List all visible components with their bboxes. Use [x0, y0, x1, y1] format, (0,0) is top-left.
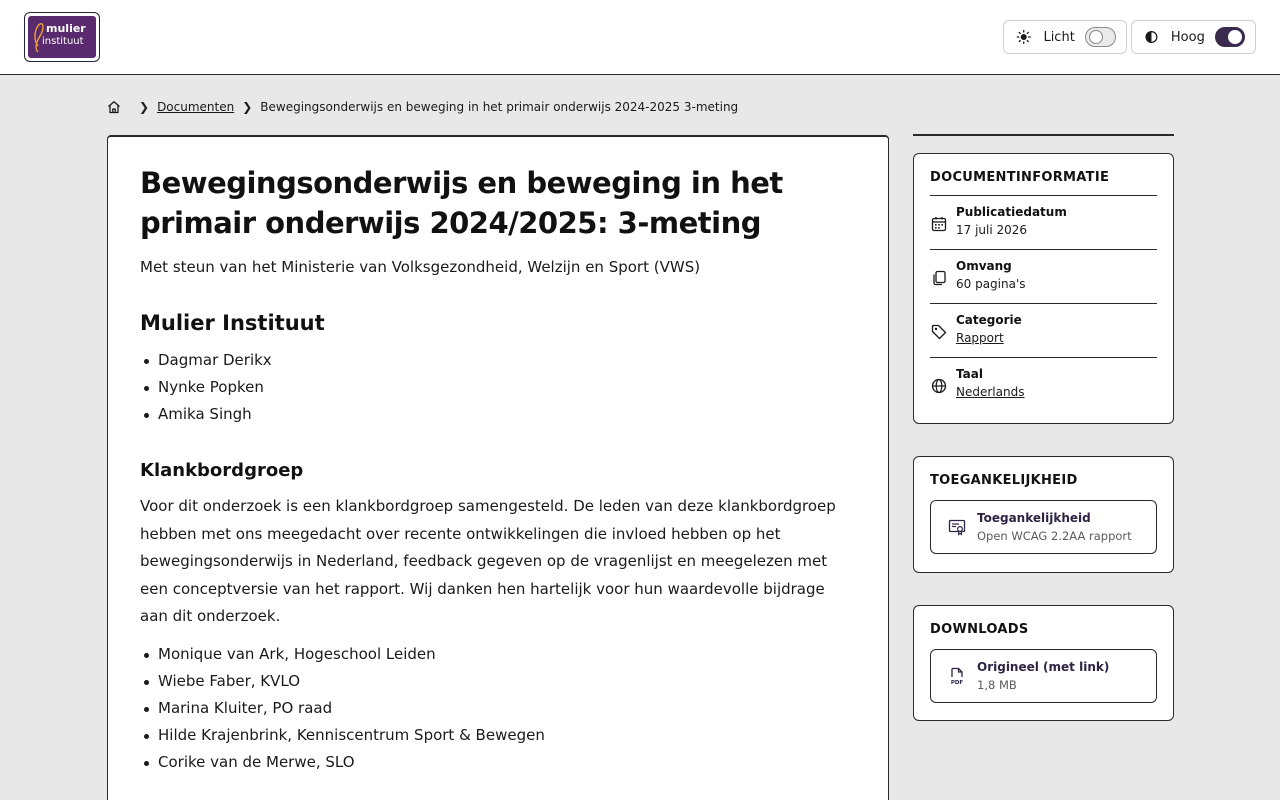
- accessibility-panel: TOEGANKELIJKHEID Toegankelijkheid Open W…: [913, 456, 1174, 573]
- accessibility-report-link[interactable]: Toegankelijkheid Open WCAG 2.2AA rapport: [930, 500, 1157, 554]
- info-label: Omvang: [956, 259, 1012, 273]
- certificate-icon: [948, 519, 966, 536]
- theme-switch[interactable]: [1084, 27, 1116, 47]
- info-row-size: Omvang 60 pagina's: [930, 250, 1157, 304]
- info-label: Taal: [956, 367, 983, 381]
- list-item: Monique van Ark, Hogeschool Leiden: [144, 641, 856, 668]
- breadcrumb-separator: ❯: [242, 100, 253, 114]
- breadcrumb-link-documenten[interactable]: Documenten: [157, 100, 234, 114]
- list-item: Dagmar Derikx: [144, 347, 856, 374]
- panel-heading: DOCUMENTINFORMATIE: [930, 170, 1157, 196]
- tag-icon: [931, 324, 947, 340]
- info-row-language: Taal Nederlands: [930, 358, 1157, 412]
- info-label: Categorie: [956, 313, 1022, 327]
- list-item: Marina Kluiter, PO raad: [144, 695, 856, 722]
- theme-toggle[interactable]: Licht: [1003, 20, 1127, 54]
- logo: mulier instituut: [28, 16, 96, 58]
- list-item: Wiebe Faber, KVLO: [144, 668, 856, 695]
- site-header: mulier instituut Licht Hoog: [0, 0, 1280, 75]
- authors-section: Mulier Instituut Dagmar Derikx Nynke Pop…: [140, 311, 856, 428]
- category-link[interactable]: Rapport: [956, 331, 1022, 345]
- breadcrumb: ❯ Documenten ❯ Bewegingsonderwijs en bew…: [107, 100, 738, 114]
- logo-link[interactable]: mulier instituut: [24, 12, 100, 62]
- globe-icon: [931, 378, 947, 394]
- download-original-link[interactable]: PDF Origineel (met link) 1,8 MB: [930, 649, 1157, 703]
- info-value: 60 pagina's: [956, 277, 1026, 291]
- author-list: Dagmar Derikx Nynke Popken Amika Singh: [144, 347, 856, 428]
- panel-heading: DOWNLOADS: [930, 622, 1029, 637]
- document-info-panel: DOCUMENTINFORMATIE Publicatiedatum 17 ju…: [913, 153, 1174, 424]
- sounding-board-section: Klankbordgroep Voor dit onderzoek is een…: [140, 460, 856, 776]
- sun-icon: [1016, 29, 1031, 45]
- pdf-file-icon: PDF: [951, 667, 964, 686]
- section-paragraph: Voor dit onderzoek is een klankbordgroep…: [140, 497, 836, 625]
- sidebar-divider: [913, 134, 1174, 136]
- pages-icon: [933, 270, 946, 286]
- contrast-switch[interactable]: [1214, 27, 1245, 47]
- switch-knob: [1088, 30, 1103, 44]
- downloads-panel: DOWNLOADS PDF Origineel (met link) 1,8 M…: [913, 605, 1174, 721]
- link-title: Toegankelijkheid: [977, 511, 1091, 525]
- calendar-icon: [931, 217, 947, 232]
- info-value: 17 juli 2026: [956, 223, 1028, 237]
- contrast-toggle-label: Hoog: [1170, 29, 1205, 45]
- page-title: Bewegingsonderwijs en beweging in het pr…: [140, 166, 783, 240]
- logo-text-instituut: instituut: [42, 36, 84, 47]
- page-subtitle: Met steun van het Ministerie van Volksge…: [140, 258, 701, 276]
- breadcrumb-separator: ❯: [139, 100, 150, 114]
- contrast-toggle[interactable]: Hoog: [1131, 20, 1256, 54]
- section-heading: Klankbordgroep: [140, 460, 304, 481]
- list-item: Hilde Krajenbrink, Kenniscentrum Sport &…: [144, 722, 856, 749]
- switch-knob: [1228, 30, 1242, 44]
- link-subtitle: Open WCAG 2.2AA rapport: [977, 529, 1132, 543]
- section-heading: Mulier Instituut: [140, 311, 325, 335]
- file-size: 1,8 MB: [977, 678, 1017, 692]
- contrast-icon: [1145, 30, 1158, 44]
- breadcrumb-current: Bewegingsonderwijs en beweging in het pr…: [260, 100, 739, 114]
- theme-toggle-label: Licht: [1043, 29, 1075, 45]
- home-icon[interactable]: [107, 100, 121, 114]
- list-item: Corike van de Merwe, SLO: [144, 749, 856, 776]
- document-content: Bewegingsonderwijs en beweging in het pr…: [107, 135, 889, 800]
- info-label: Publicatiedatum: [956, 205, 1067, 219]
- list-item: Amika Singh: [144, 401, 856, 428]
- list-item: Nynke Popken: [144, 374, 856, 401]
- svg-text:PDF: PDF: [951, 680, 964, 686]
- panel-heading: TOEGANKELIJKHEID: [930, 473, 1078, 488]
- info-row-category: Categorie Rapport: [930, 304, 1157, 358]
- language-link[interactable]: Nederlands: [956, 385, 1024, 399]
- info-row-publication-date: Publicatiedatum 17 juli 2026: [930, 196, 1157, 250]
- member-list: Monique van Ark, Hogeschool Leiden Wiebe…: [144, 641, 856, 776]
- link-title: Origineel (met link): [977, 660, 1110, 674]
- logo-text-mulier: mulier: [46, 22, 86, 35]
